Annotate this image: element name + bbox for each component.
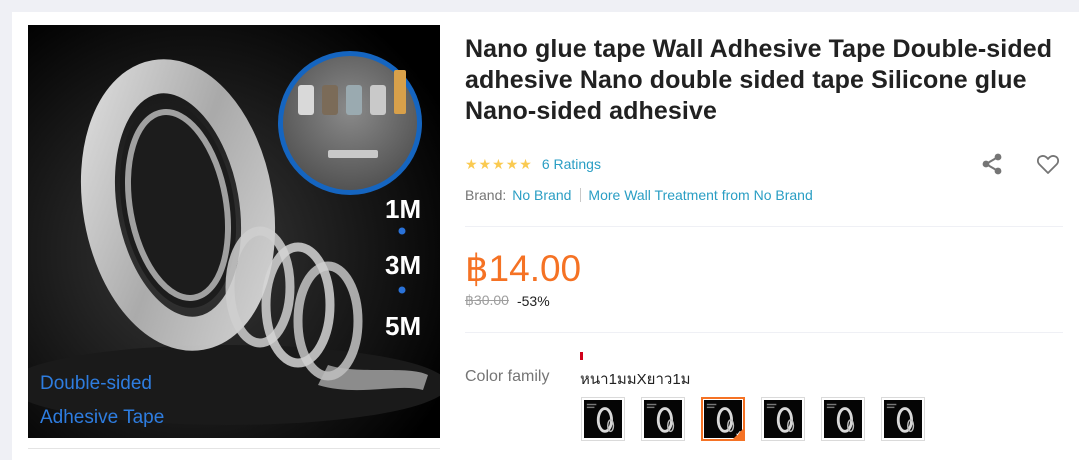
- length-label-3: 5M: [385, 311, 421, 341]
- color-swatch[interactable]: [641, 397, 685, 441]
- section-divider: [465, 226, 1063, 227]
- swatch-thumbnail: [764, 400, 802, 438]
- color-swatch[interactable]: [821, 397, 865, 441]
- color-swatch-list: ✓: [581, 397, 925, 441]
- product-title: Nano glue tape Wall Adhesive Tape Double…: [465, 35, 1053, 125]
- product-main-image[interactable]: 1M 3M 5M Double-sided Adhesive Tape: [28, 25, 440, 438]
- rating-summary[interactable]: ★ ★ ★ ★ ★ 6 Ratings: [465, 154, 601, 174]
- star-icon: ★: [478, 155, 492, 172]
- length-label-2: 3M: [385, 250, 421, 280]
- ratings-count-link[interactable]: 6 Ratings: [542, 156, 601, 172]
- color-family-label: Color family: [465, 368, 550, 385]
- swatch-thumbnail: [884, 400, 922, 438]
- checkmark-icon: ✓: [735, 429, 742, 438]
- gallery-divider: [28, 448, 440, 460]
- tape-product-photo: 1M 3M 5M Double-sided Adhesive Tape: [28, 25, 440, 438]
- brand-label: Brand:: [465, 187, 507, 203]
- selected-color-value: หนา1มมXยาว1ม: [580, 371, 691, 388]
- swatch-thumbnail: [824, 400, 862, 438]
- price-details: ฿30.00 -53%: [465, 292, 550, 309]
- share-icon[interactable]: [979, 151, 1005, 177]
- length-label-1: 1M: [385, 194, 421, 224]
- brand-link[interactable]: No Brand: [512, 187, 571, 203]
- variant-marker: [580, 352, 583, 360]
- color-swatch[interactable]: [761, 397, 805, 441]
- brand-separator: [580, 188, 582, 202]
- product-info: Nano glue tape Wall Adhesive Tape Double…: [465, 12, 1065, 460]
- section-divider: [465, 332, 1063, 333]
- image-caption-line2: Adhesive Tape: [40, 407, 164, 428]
- star-icon: ★: [492, 155, 505, 172]
- star-icon: ★: [505, 155, 519, 172]
- star-icon: ★: [519, 155, 532, 172]
- color-swatch[interactable]: ✓: [701, 397, 745, 441]
- image-caption-line1: Double-sided: [40, 373, 152, 394]
- product-page: 1M 3M 5M Double-sided Adhesive Tape Nano…: [12, 12, 1079, 460]
- color-swatch[interactable]: [881, 397, 925, 441]
- swatch-thumbnail: [644, 400, 682, 438]
- color-swatch[interactable]: [581, 397, 625, 441]
- original-price: ฿30.00: [465, 292, 509, 308]
- discount-badge: -53%: [516, 292, 550, 309]
- swatch-thumbnail: [584, 400, 622, 438]
- current-price: ฿14.00: [465, 248, 582, 289]
- star-rating: ★ ★ ★ ★ ★: [465, 156, 532, 173]
- heart-outline-icon[interactable]: [1035, 151, 1061, 177]
- more-from-brand-link[interactable]: More Wall Treatment from No Brand: [588, 187, 812, 203]
- brand-row: Brand: No Brand More Wall Treatment from…: [465, 186, 813, 204]
- star-icon: ★: [465, 155, 478, 172]
